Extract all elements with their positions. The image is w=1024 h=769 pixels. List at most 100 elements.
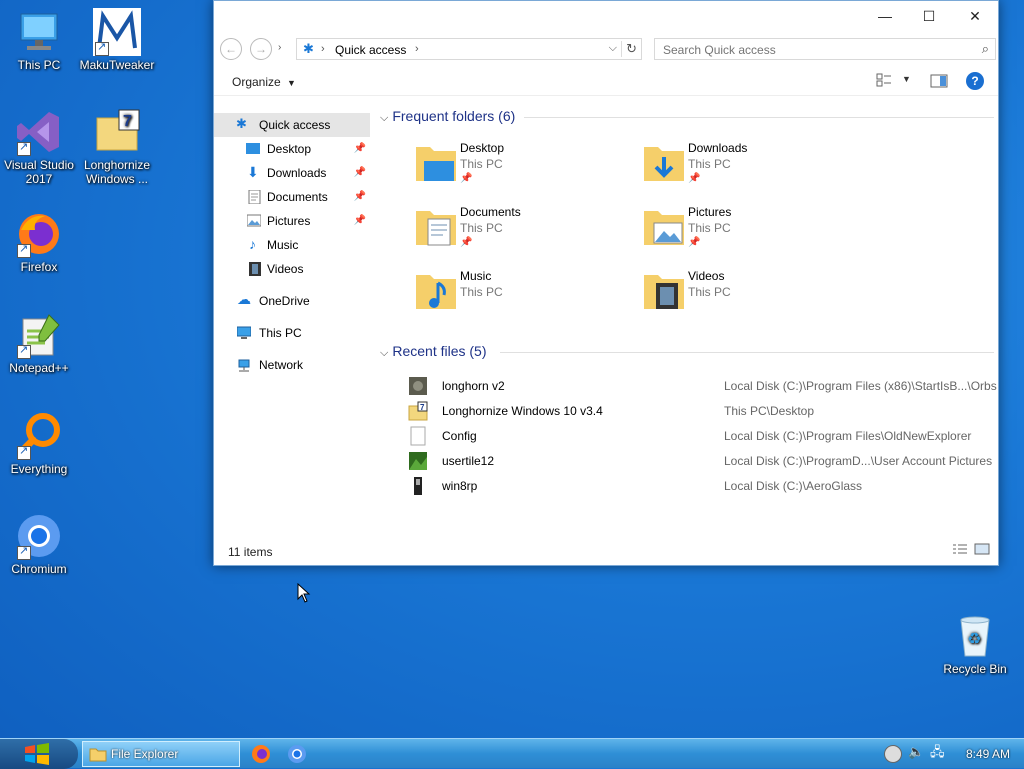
forward-arrow-icon: → (255, 42, 267, 56)
taskbar-item-firefox[interactable] (248, 741, 274, 767)
image-file-icon (414, 477, 422, 495)
folder-tile-downloads[interactable]: Downloads This PC 📌 (642, 141, 862, 193)
everything-icon (15, 412, 63, 460)
preview-pane-button[interactable] (930, 74, 948, 91)
pin-icon: 📌 (353, 143, 366, 154)
back-arrow-icon: ← (225, 42, 237, 56)
folder-name: Pictures (688, 205, 732, 219)
recycle-bin-icon: ♻ (951, 612, 999, 660)
recent-file-row[interactable]: Config Local Disk (C:)\Program Files\Old… (408, 424, 988, 448)
pictures-icon (247, 214, 261, 227)
recent-file-row[interactable]: longhorn v2 Local Disk (C:)\Program File… (408, 374, 997, 398)
nav-item-onedrive[interactable]: ☁ OneDrive (214, 289, 370, 313)
organize-button[interactable]: Organize ▼ (232, 75, 296, 89)
tray-app-icon[interactable] (884, 745, 902, 763)
recent-file-path: Local Disk (C:)\AeroGlass (724, 479, 863, 493)
pin-icon: 📌 (688, 173, 701, 184)
clock[interactable]: 8:49 AM (966, 747, 1010, 761)
address-separator-icon: › (321, 43, 325, 55)
recent-file-path: Local Disk (C:)\Program Files\OldNewExpl… (724, 429, 972, 443)
large-icons-view-button[interactable] (974, 543, 990, 558)
folder-tile-videos[interactable]: Videos This PC (642, 269, 862, 321)
nav-item-pictures[interactable]: Pictures 📌 (214, 209, 370, 233)
minimize-button[interactable]: — (862, 1, 908, 31)
frequent-folders-group-header[interactable]: ⌵ Frequent folders (6) (380, 108, 515, 125)
status-bar-item-count: 11 items (228, 545, 273, 559)
taskbar-item-chromium[interactable] (284, 741, 310, 767)
recent-file-row[interactable]: usertile12 Local Disk (C:)\ProgramD...\U… (408, 449, 992, 473)
desktop-icon-makutweaker[interactable]: MakuTweaker (79, 8, 155, 72)
recent-locations-chevron-icon[interactable]: › (278, 42, 281, 53)
desktop-icon-visual-studio[interactable]: Visual Studio 2017 (1, 108, 77, 186)
forward-button[interactable]: → (250, 38, 272, 60)
group-header-label: Recent files (5) (392, 343, 487, 359)
group-divider (500, 352, 994, 353)
nav-item-music[interactable]: ♪ Music (214, 233, 370, 257)
recent-file-path: Local Disk (C:)\ProgramD...\User Account… (724, 454, 993, 468)
desktop-icon-notepadpp[interactable]: Notepad++ (1, 311, 77, 375)
maximize-button[interactable]: ☐ (906, 1, 952, 31)
recent-file-row[interactable]: 7 Longhornize Windows 10 v3.4 This PC\De… (408, 399, 988, 423)
file-explorer-window: — ☐ ✕ ← → › ✱ › Quick access › ⌵ ↻ ⌕ Org… (213, 0, 999, 566)
taskbar: File Explorer 🔈 🖧 8:49 AM (0, 738, 1024, 769)
folder-location: This PC (460, 157, 503, 171)
details-view-icon (953, 544, 967, 554)
taskbar-item-file-explorer[interactable]: File Explorer (82, 741, 240, 767)
network-icon[interactable]: 🖧 (930, 743, 945, 765)
address-dropdown-chevron-icon[interactable]: ⌵ (609, 42, 617, 55)
nav-item-quick-access[interactable]: ✱ Quick access (214, 113, 370, 137)
nav-item-videos[interactable]: Videos (214, 257, 370, 281)
details-view-button[interactable] (952, 543, 968, 558)
nav-item-this-pc[interactable]: This PC (214, 321, 370, 345)
desktop-icon-firefox[interactable]: Firefox (1, 210, 77, 274)
recent-file-row[interactable]: win8rp Local Disk (C:)\AeroGlass (408, 474, 988, 498)
folder-tile-desktop[interactable]: Desktop This PC 📌 (414, 141, 634, 193)
nav-item-documents[interactable]: Documents 📌 (214, 185, 370, 209)
desktop-icon-chromium[interactable]: Chromium (1, 512, 77, 576)
nav-item-desktop[interactable]: Desktop 📌 (214, 137, 370, 161)
pin-icon: 📌 (353, 215, 366, 226)
volume-muted-icon[interactable]: 🔈 (908, 744, 924, 760)
change-view-button[interactable]: ▼ (876, 73, 916, 89)
recent-files-group-header[interactable]: ⌵ Recent files (5) (380, 343, 487, 360)
folder-location: This PC (688, 157, 731, 171)
collapse-chevron-icon: ⌵ (380, 112, 389, 124)
search-box[interactable]: ⌕ (654, 38, 996, 60)
refresh-icon[interactable]: ↻ (621, 41, 637, 57)
folder-tile-pictures[interactable]: Pictures This PC 📌 (642, 205, 862, 257)
folder-tile-documents[interactable]: Documents This PC 📌 (414, 205, 634, 257)
shortcut-arrow-icon (17, 544, 31, 560)
desktop-icon-label: Firefox (20, 260, 58, 274)
address-bar[interactable]: ✱ › Quick access › ⌵ ↻ (296, 38, 642, 60)
desktop-icon-label: Notepad++ (9, 361, 69, 375)
svg-text:7: 7 (123, 113, 132, 130)
title-bar[interactable]: — ☐ ✕ (214, 1, 998, 31)
start-button[interactable] (0, 739, 78, 769)
search-input[interactable] (661, 42, 965, 58)
desktop-icon-everything[interactable]: Everything (1, 412, 77, 476)
folder-name: Downloads (688, 141, 748, 155)
recent-file-name: usertile12 (442, 454, 495, 468)
nav-item-label: This PC (259, 326, 302, 340)
svg-text:♻: ♻ (967, 629, 981, 648)
documents-icon (248, 190, 261, 204)
nav-item-network[interactable]: Network (214, 353, 370, 377)
help-button[interactable]: ? (966, 72, 984, 90)
folder-tile-music[interactable]: Music This PC (414, 269, 634, 321)
desktop-icon-longhornize[interactable]: 7 Longhornize Windows ... (79, 108, 155, 186)
quick-access-star-icon: ✱ (303, 41, 314, 56)
close-button[interactable]: ✕ (952, 1, 998, 31)
mouse-cursor-icon (297, 583, 311, 603)
back-button[interactable]: ← (220, 38, 242, 60)
recent-file-name: Longhornize Windows 10 v3.4 (442, 404, 603, 418)
visual-studio-icon (15, 108, 63, 156)
nav-item-label: Videos (267, 262, 304, 276)
desktop-icon-this-pc[interactable]: This PC (1, 8, 77, 72)
nav-item-label: Documents (267, 190, 328, 204)
view-icon (876, 73, 891, 87)
desktop-icon-recycle-bin[interactable]: ♻ Recycle Bin (937, 612, 1013, 676)
group-header-label: Frequent folders (6) (392, 108, 516, 124)
large-icons-view-icon (974, 543, 990, 555)
address-row: ← → › ✱ › Quick access › ⌵ ↻ ⌕ (218, 36, 996, 62)
nav-item-downloads[interactable]: ⬇ Downloads 📌 (214, 161, 370, 185)
